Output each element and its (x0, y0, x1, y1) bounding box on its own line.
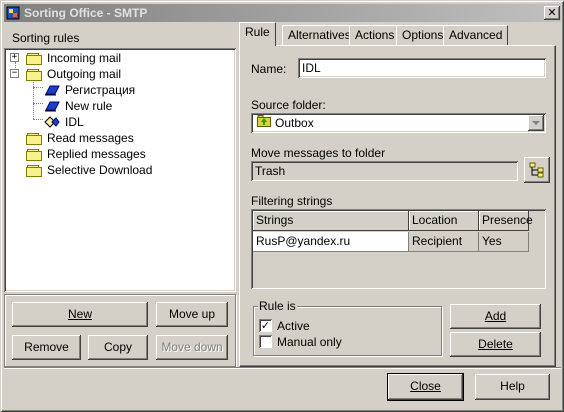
close-window-button[interactable]: ✕ (544, 6, 560, 20)
chevron-down-icon[interactable] (528, 115, 544, 131)
tree-item-label: New rule (65, 99, 113, 113)
rule-selected-icon (44, 116, 60, 128)
outbox-folder-icon (257, 115, 271, 131)
move-to-folder-label: Move messages to folder (251, 146, 386, 160)
grid-cell-location[interactable]: Recipient (409, 232, 479, 252)
tree-item-label: Outgoing mail (47, 67, 122, 81)
grid-header-presence[interactable]: Presence (479, 211, 533, 231)
source-folder-select[interactable]: Outbox (251, 113, 546, 133)
tab-options[interactable]: Options (396, 25, 450, 45)
folder-icon (26, 164, 42, 177)
tree-item-read-messages[interactable]: Read messages (26, 130, 134, 146)
move-up-button[interactable]: Move up (156, 302, 228, 327)
folder-icon (26, 52, 42, 65)
grid-header-strings[interactable]: Strings (253, 211, 409, 231)
footer-separator (4, 367, 561, 369)
grid-cell-presence[interactable]: Yes (479, 232, 529, 252)
source-folder-value: Outbox (275, 116, 314, 130)
tree-line (33, 87, 43, 88)
title-bar[interactable]: Sorting Office - SMTP (4, 4, 561, 22)
tree-item-label: Replied messages (47, 147, 146, 161)
manual-only-label: Manual only (277, 335, 342, 349)
active-label: Active (277, 319, 310, 333)
rule-icon (44, 100, 60, 112)
move-to-folder-field[interactable]: Trash (251, 161, 518, 181)
tree-item-registration-rule[interactable]: Регистрация (44, 82, 135, 98)
folder-icon (26, 148, 42, 161)
tab-label: Options (402, 28, 444, 42)
rules-tree[interactable]: + Incoming mail − Outgoing mail Регистра… (4, 48, 236, 292)
new-button-label: New (67, 307, 92, 321)
tree-item-label: IDL (65, 115, 84, 129)
sorting-office-icon (6, 6, 20, 20)
tab-alternatives[interactable]: Alternatives (282, 25, 357, 45)
tab-label: Rule (245, 25, 270, 39)
window-title: Sorting Office - SMTP (24, 6, 148, 20)
help-button-label: Help (500, 379, 525, 393)
close-button-label: Close (410, 379, 441, 393)
collapse-outgoing-icon[interactable]: − (10, 69, 19, 78)
filtering-strings-label: Filtering strings (251, 194, 333, 208)
tab-label: Advanced (449, 28, 503, 42)
delete-button-label: Delete (478, 337, 513, 351)
tab-label: Actions (355, 28, 395, 42)
add-button[interactable]: Add (450, 304, 541, 329)
move-down-button-label: Move down (161, 340, 223, 354)
grid-header-location[interactable]: Location (409, 211, 479, 231)
copy-button-label: Copy (103, 340, 132, 354)
copy-button[interactable]: Copy (88, 335, 148, 360)
name-input[interactable]: IDL (298, 58, 546, 78)
move-up-button-label: Move up (168, 307, 216, 321)
tree-item-label: Read messages (47, 131, 134, 145)
tree-item-incoming-mail[interactable]: Incoming mail (26, 50, 121, 66)
tree-line (33, 103, 43, 104)
tree-item-replied-messages[interactable]: Replied messages (26, 146, 146, 162)
folder-icon (26, 68, 42, 81)
tree-item-label: Incoming mail (47, 51, 122, 65)
folder-icon (26, 132, 42, 145)
browse-folder-icon (529, 162, 545, 186)
source-folder-label: Source folder: (251, 98, 326, 112)
tree-item-new-rule[interactable]: New rule (44, 98, 112, 114)
browse-folder-button[interactable] (524, 157, 550, 183)
help-button[interactable]: Help (475, 374, 550, 400)
manual-only-checkbox[interactable] (259, 335, 272, 348)
remove-button[interactable]: Remove (12, 335, 81, 360)
grid-cell-string[interactable]: RusP@yandex.ru (253, 232, 409, 252)
sorting-rules-label: Sorting rules (12, 31, 80, 45)
tab-rule[interactable]: Rule (239, 22, 276, 46)
close-button[interactable]: Close (388, 374, 463, 400)
tree-item-label: Selective Download (47, 163, 153, 177)
sorting-office-window: Sorting Office - SMTP ✕ Sorting rules + … (0, 0, 564, 412)
name-label: Name: (251, 62, 287, 76)
tree-item-selective-download[interactable]: Selective Download (26, 162, 152, 178)
tree-item-outgoing-mail[interactable]: Outgoing mail (26, 66, 121, 82)
remove-button-label: Remove (24, 340, 69, 354)
tab-label: Alternatives (288, 28, 351, 42)
delete-button[interactable]: Delete (450, 332, 541, 357)
tab-advanced[interactable]: Advanced (443, 25, 509, 45)
new-button[interactable]: New (12, 302, 148, 327)
add-button-label: Add (484, 309, 507, 323)
rule-icon (44, 84, 60, 96)
active-checkbox[interactable]: ✓ (259, 319, 272, 332)
tree-line (33, 78, 34, 119)
tree-line (33, 119, 43, 120)
expand-incoming-icon[interactable]: + (10, 53, 19, 62)
tab-actions[interactable]: Actions (349, 25, 401, 45)
tree-item-label: Регистрация (65, 83, 136, 97)
tree-item-idl-rule[interactable]: IDL (44, 114, 84, 130)
move-down-button[interactable]: Move down (156, 335, 228, 360)
rule-is-label: Rule is (258, 299, 297, 313)
